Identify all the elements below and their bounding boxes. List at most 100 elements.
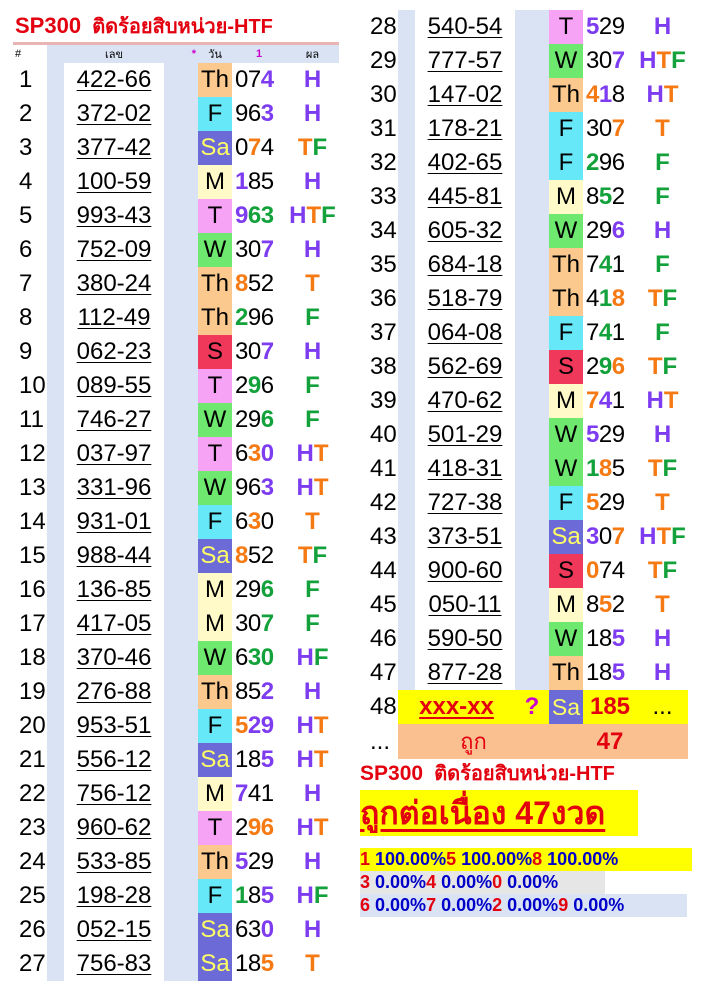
result-digit: 6 [260, 406, 274, 433]
row-htf: HT [637, 384, 688, 418]
row-code: 518-79 [427, 285, 503, 312]
result-digit: 7 [247, 66, 261, 93]
row-spacer [515, 282, 549, 316]
row-htf: F [637, 146, 688, 180]
row-spacer [47, 131, 64, 165]
htf-letter: T [306, 202, 322, 229]
htf-letter: H [303, 678, 322, 705]
row-number: 27 [13, 947, 47, 981]
result-digit: 9 [235, 474, 248, 501]
result-digit: 8 [235, 270, 248, 297]
row-spacer [515, 452, 549, 486]
row-htf: T [637, 112, 688, 146]
result-digit: 9 [247, 372, 261, 399]
pending-code-cell: xxx-xx [398, 690, 515, 724]
row-spacer [398, 180, 415, 214]
row-spacer [164, 233, 198, 267]
spacer-header [47, 43, 64, 63]
row-code-cell: 756-12 [64, 777, 164, 811]
row-htf: F [286, 573, 340, 607]
row-code-cell: 417-05 [64, 607, 164, 641]
row-spacer [47, 539, 64, 573]
row-code-cell: 276-88 [64, 675, 164, 709]
result-digit: 9 [611, 489, 625, 516]
result-digit: 5 [247, 678, 261, 705]
row-code-cell: 540-54 [415, 10, 515, 44]
table-row: 33 445-81 M 852 F [364, 180, 688, 214]
row-number: 23 [13, 811, 47, 845]
row-htf: H [286, 675, 340, 709]
result-digit: 6 [260, 576, 274, 603]
row-result-digits: 296 [232, 403, 286, 437]
row-htf: F [637, 180, 688, 214]
htf-letter: F [312, 134, 328, 161]
row-number: 26 [13, 913, 47, 947]
htf-letter: H [303, 916, 322, 943]
row-day: F [549, 316, 583, 350]
correct-summary-row: ... ถูก 47 [364, 724, 688, 759]
row-day: W [549, 418, 583, 452]
htf-letter: T [313, 474, 329, 501]
row-htf: F [637, 316, 688, 350]
row-number: 39 [364, 384, 398, 418]
row-spacer [515, 554, 549, 588]
row-day: W [198, 641, 232, 675]
result-digit: 3 [260, 474, 274, 501]
row-result-digits: 630 [232, 505, 286, 539]
row-number: 15 [13, 539, 47, 573]
row-code: 752-09 [76, 236, 152, 263]
row-spacer [515, 656, 549, 690]
row-result-digits: 185 [232, 947, 286, 981]
table-row: 29 777-57 W 307 HTF [364, 44, 688, 78]
htf-letter: T [655, 591, 670, 618]
stat-digit: 6 [360, 895, 371, 915]
row-code: 037-97 [76, 440, 152, 467]
row-htf: T [286, 267, 340, 301]
row-htf: TF [637, 282, 688, 316]
result-digit: 5 [235, 712, 248, 739]
htf-letter: T [305, 950, 320, 977]
htf-letter: H [639, 523, 657, 550]
row-htf: HT [286, 471, 340, 505]
htf-letter: H [653, 625, 672, 652]
result-digit: 4 [260, 134, 274, 161]
result-digit: 6 [235, 644, 248, 671]
result-digit: 1 [611, 387, 625, 414]
result-digit: 1 [611, 319, 625, 346]
result-digit: 8 [235, 678, 248, 705]
result-digit: 1 [598, 81, 612, 108]
row-code-cell: 402-65 [415, 146, 515, 180]
row-spacer [515, 214, 549, 248]
result-digit: 5 [260, 882, 274, 909]
row-spacer [515, 418, 549, 452]
row-code: 417-05 [76, 610, 152, 637]
result-digit: 2 [598, 421, 612, 448]
row-spacer [47, 165, 64, 199]
result-digit: 6 [611, 353, 625, 380]
stat-digit: 0 [492, 872, 503, 892]
result-digit: 8 [247, 168, 261, 195]
row-code: 533-85 [76, 848, 152, 875]
result-digit: 2 [235, 576, 248, 603]
table-row: 11 746-27 W 296 F [13, 403, 340, 437]
result-digit: 9 [260, 712, 274, 739]
result-digit: 0 [247, 338, 261, 365]
row-day: Sa [198, 743, 232, 777]
result-digit: 2 [235, 814, 248, 841]
summary-label: ถูก [398, 724, 549, 759]
row-spacer [515, 384, 549, 418]
row-day: Th [198, 845, 232, 879]
result-digit: 5 [260, 168, 274, 195]
htf-letter: F [655, 251, 670, 278]
row-day: F [549, 112, 583, 146]
table-row: 12 037-97 T 630 HT [13, 437, 340, 471]
row-result-digits: 852 [232, 675, 286, 709]
row-code: 746-27 [76, 406, 152, 433]
htf-letter: F [305, 304, 320, 331]
result-digit: 5 [247, 542, 261, 569]
result-digit: 9 [611, 421, 625, 448]
row-code: 988-44 [76, 542, 152, 569]
result-digit: 3 [260, 202, 274, 229]
table-row: 28 540-54 T 529 H [364, 10, 688, 44]
row-spacer [47, 369, 64, 403]
